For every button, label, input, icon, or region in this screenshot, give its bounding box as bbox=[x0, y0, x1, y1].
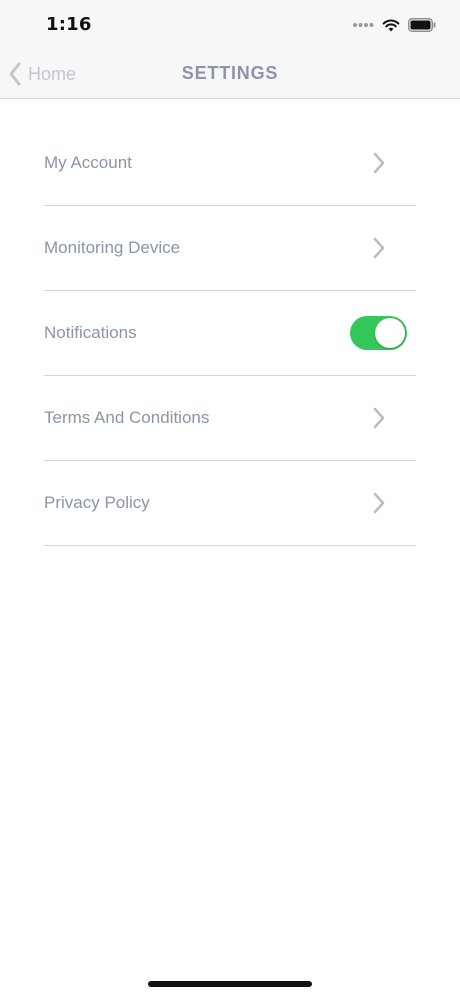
settings-row-label: Privacy Policy bbox=[44, 493, 150, 512]
settings-row-label: Terms And Conditions bbox=[44, 408, 210, 427]
toggle-knob bbox=[375, 318, 405, 348]
settings-list: My Account Monitoring Device Notificatio… bbox=[44, 121, 416, 546]
settings-row-notifications: Notifications bbox=[44, 291, 416, 376]
battery-icon bbox=[408, 18, 436, 32]
status-icons bbox=[352, 16, 436, 34]
settings-row-label: My Account bbox=[44, 153, 132, 172]
chevron-right-icon bbox=[373, 407, 385, 429]
settings-row-label: Notifications bbox=[44, 323, 137, 342]
chevron-right-icon bbox=[373, 237, 385, 259]
status-time: 1:16 bbox=[46, 14, 92, 35]
status-bar: 1:16 bbox=[0, 0, 460, 50]
settings-row-privacy-policy[interactable]: Privacy Policy bbox=[44, 461, 416, 546]
wifi-icon bbox=[382, 19, 400, 32]
settings-row-label: Monitoring Device bbox=[44, 238, 181, 257]
home-indicator[interactable] bbox=[148, 981, 312, 987]
settings-row-terms-and-conditions[interactable]: Terms And Conditions bbox=[44, 376, 416, 461]
settings-row-monitoring-device[interactable]: Monitoring Device bbox=[44, 206, 416, 291]
signal-dots-icon bbox=[353, 23, 374, 27]
notifications-toggle[interactable] bbox=[350, 316, 407, 350]
settings-row-my-account[interactable]: My Account bbox=[44, 121, 416, 206]
chevron-right-icon bbox=[373, 492, 385, 514]
page-title: SETTINGS bbox=[181, 63, 279, 83]
chevron-right-icon bbox=[373, 152, 385, 174]
navigation-bar: Home SETTINGS bbox=[0, 50, 460, 99]
